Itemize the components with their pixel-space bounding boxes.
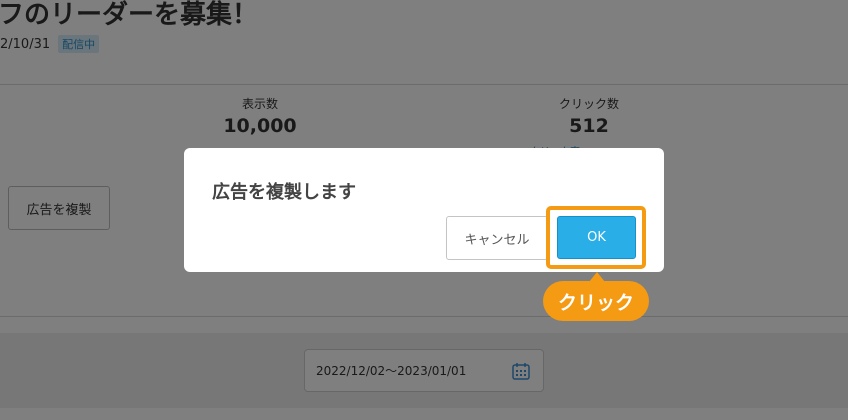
ok-button[interactable]: OK	[557, 216, 636, 259]
screen: フのリーダーを募集！ 2/10/31 配信中 表示数 10,000 クリック数 …	[0, 0, 848, 420]
cancel-button[interactable]: キャンセル	[446, 216, 548, 260]
click-callout: クリック	[543, 281, 649, 321]
dialog-title: 広告を複製します	[212, 182, 356, 203]
